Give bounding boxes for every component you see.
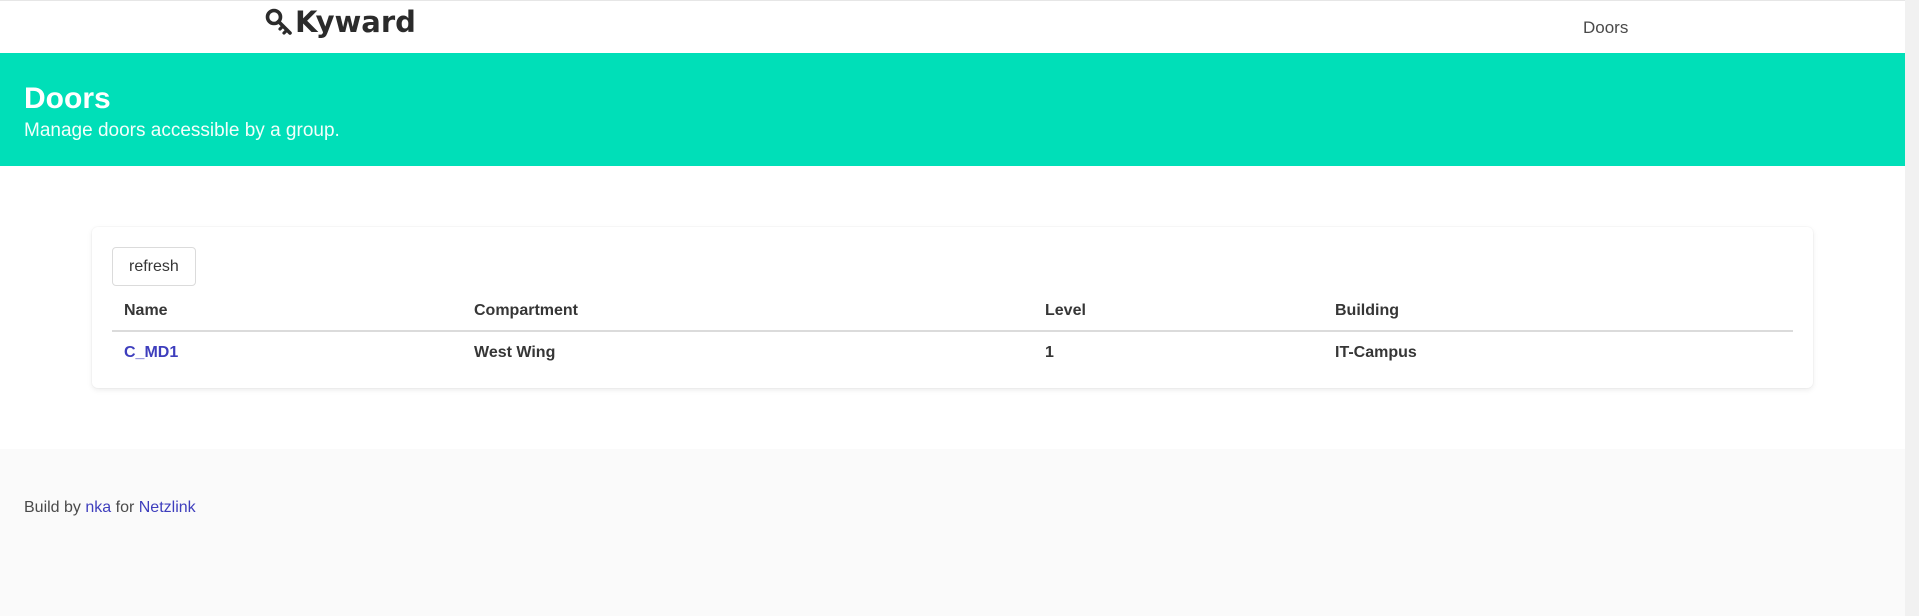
hero-banner: Doors Manage doors accessible by a group… (0, 53, 1905, 166)
column-header-level[interactable]: Level (1033, 291, 1323, 332)
cell-name: C_MD1 (112, 331, 462, 372)
footer: Build by nka for Netzlink (0, 449, 1905, 616)
column-header-name[interactable]: Name (112, 291, 462, 332)
table-header-row: Name Compartment Level Building (112, 291, 1793, 332)
main-section: refresh Name Compartment Level Building … (0, 166, 1905, 449)
footer-prefix: Build by (24, 499, 81, 516)
doors-card: refresh Name Compartment Level Building … (92, 227, 1813, 388)
cell-compartment: West Wing (474, 344, 556, 361)
footer-org-link[interactable]: Netzlink (139, 499, 196, 516)
brand-logo-link[interactable]: Kyward (264, 5, 416, 39)
page-title: Doors (24, 82, 111, 115)
brand-name: Kyward (295, 5, 416, 39)
column-header-building[interactable]: Building (1323, 291, 1793, 332)
page-subtitle: Manage doors accessible by a group. (24, 120, 340, 141)
cell-level: 1 (1045, 344, 1054, 361)
key-icon (264, 7, 294, 37)
navbar: Kyward Doors (0, 1, 1905, 53)
doors-table: Name Compartment Level Building C_MD1 We… (112, 291, 1793, 372)
door-name-link[interactable]: C_MD1 (124, 344, 178, 361)
cell-building: IT-Campus (1335, 344, 1417, 361)
refresh-button[interactable]: refresh (112, 247, 196, 286)
footer-author-link[interactable]: nka (85, 499, 111, 516)
page: Kyward Doors Doors Manage doors accessib… (0, 0, 1905, 616)
table-row: C_MD1 West Wing 1 IT-Campus (112, 331, 1793, 372)
column-header-compartment[interactable]: Compartment (462, 291, 1033, 332)
footer-middle: for (115, 499, 135, 516)
nav-item-doors[interactable]: Doors (1583, 18, 1628, 38)
scrollbar[interactable] (1905, 0, 1919, 616)
